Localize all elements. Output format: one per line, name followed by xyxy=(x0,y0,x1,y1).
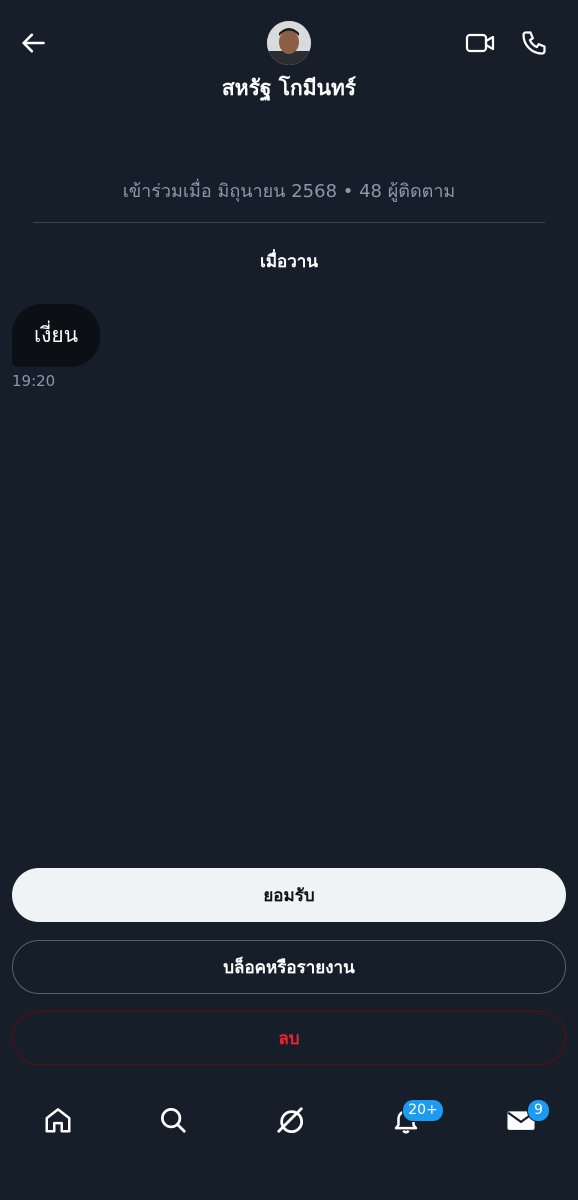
notifications-badge: 20+ xyxy=(402,1099,444,1122)
nav-home[interactable] xyxy=(36,1098,80,1142)
message-timestamp: 19:20 xyxy=(12,372,56,390)
nav-grok[interactable] xyxy=(268,1098,312,1142)
home-icon xyxy=(45,1108,71,1133)
message-bubble[interactable]: เงี่ยน xyxy=(12,304,101,367)
block-or-report-button[interactable]: บล็อคหรือรายงาน xyxy=(12,940,566,994)
voice-call-button[interactable] xyxy=(516,25,552,61)
grok-icon xyxy=(277,1107,304,1134)
date-separator: เมื่อวาน xyxy=(260,252,318,272)
messages-badge: 9 xyxy=(527,1099,550,1122)
nav-search[interactable] xyxy=(151,1098,195,1142)
conversation-title: สหรัฐ โกมีนทร์ xyxy=(221,76,357,100)
divider xyxy=(33,222,545,223)
video-call-button[interactable] xyxy=(462,25,498,61)
search-icon xyxy=(161,1108,186,1133)
delete-button[interactable]: ลบ xyxy=(12,1011,566,1065)
back-button[interactable] xyxy=(15,25,51,61)
bottom-nav: 20+ 9 xyxy=(0,1090,578,1152)
accept-button[interactable]: ยอมรับ xyxy=(12,868,566,922)
video-camera-icon xyxy=(465,33,495,53)
avatar[interactable] xyxy=(267,21,311,65)
phone-icon xyxy=(522,31,546,55)
profile-meta: เข้าร่วมเมื่อ มิถุนายน 2568 • 48 ผู้ติดต… xyxy=(122,181,456,202)
arrow-left-icon xyxy=(22,33,45,53)
